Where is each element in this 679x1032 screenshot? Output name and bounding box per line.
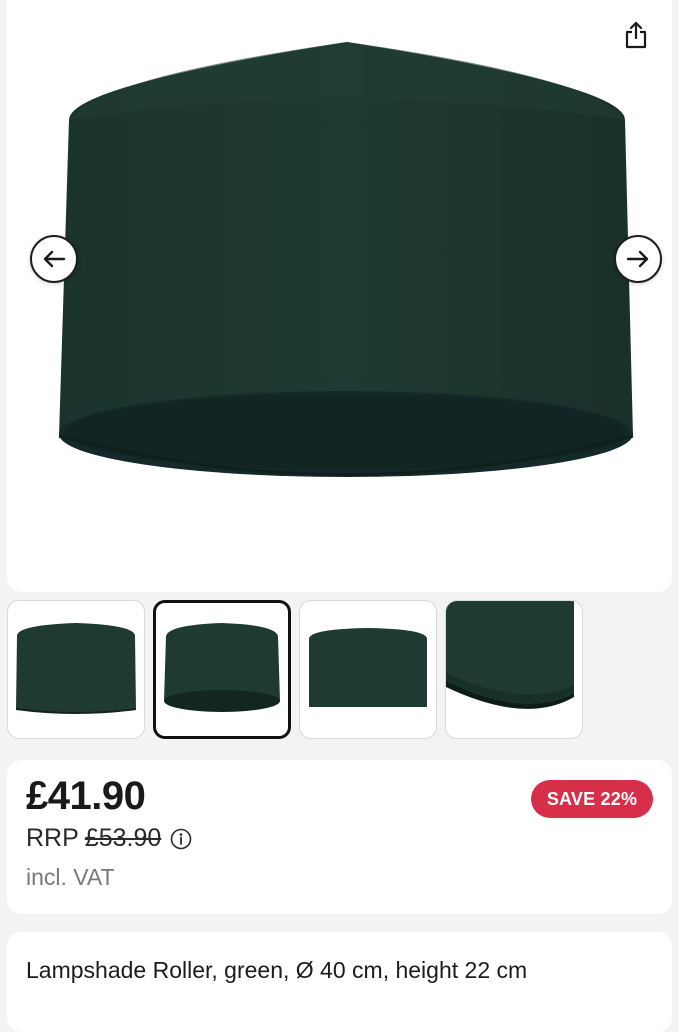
arrow-right-icon	[626, 250, 649, 268]
current-price: £41.90	[26, 774, 146, 818]
share-icon	[625, 21, 647, 49]
product-gallery	[7, 0, 672, 592]
product-title: Lampshade Roller, green, Ø 40 cm, height…	[26, 957, 528, 983]
product-title-card: Lampshade Roller, green, Ø 40 cm, height…	[7, 932, 672, 1032]
thumbnail-2-image	[164, 623, 280, 712]
thumbnail-2[interactable]	[153, 600, 291, 739]
save-badge: SAVE 22%	[531, 780, 653, 818]
thumbnail-3[interactable]	[299, 600, 437, 739]
arrow-left-icon	[43, 250, 66, 268]
thumbnail-4-image	[446, 601, 574, 738]
thumbnail-4[interactable]	[445, 600, 583, 739]
price-card: £41.90 RRP £53.90 incl. VAT SAVE 22%	[7, 760, 672, 914]
product-main-image[interactable]	[55, 38, 639, 484]
vat-note: incl. VAT	[26, 864, 115, 890]
thumbnail-strip	[7, 600, 672, 740]
share-button[interactable]	[619, 18, 653, 52]
rrp-label: RRP	[26, 824, 79, 852]
previous-image-button[interactable]	[30, 235, 78, 283]
info-icon[interactable]	[170, 828, 192, 850]
rrp-value: £53.90	[84, 824, 162, 852]
next-image-button[interactable]	[614, 235, 662, 283]
thumbnail-1[interactable]	[7, 600, 145, 739]
thumbnail-1-image	[15, 623, 137, 714]
thumbnail-3-image	[309, 628, 427, 707]
rrp-row: RRP £53.90	[26, 824, 192, 853]
